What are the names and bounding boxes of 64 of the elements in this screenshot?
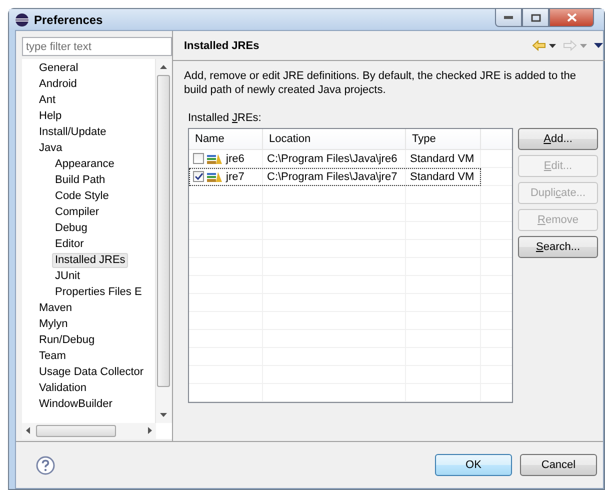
jre-location: C:\Program Files\Java\jre6 <box>267 152 398 164</box>
ok-button[interactable]: OK <box>435 454 512 476</box>
cancel-button[interactable]: Cancel <box>520 454 597 476</box>
minimize-button[interactable] <box>495 9 522 27</box>
page-description: Add, remove or edit JRE definitions. By default, the checked JRE is added to the build path of newly created Java projects. <box>184 69 577 97</box>
column-header[interactable]: Type <box>406 129 481 149</box>
checkbox[interactable] <box>193 153 204 164</box>
tree-item[interactable]: Ant <box>36 92 59 108</box>
list-label: Installed JREs: <box>188 112 262 124</box>
column-header[interactable]: Name <box>189 129 263 149</box>
tree-item[interactable]: Android <box>36 76 80 92</box>
action-button[interactable]: Add... <box>518 128 598 150</box>
tree-item[interactable]: Appearance <box>52 156 118 172</box>
page-title: Installed JREs <box>184 40 260 52</box>
tree-item[interactable]: Install/Update <box>36 124 110 140</box>
window-title: Preferences <box>34 12 103 26</box>
tree-item[interactable]: Team <box>36 348 69 364</box>
tree-item[interactable]: Installed JREs <box>52 252 128 268</box>
library-icon <box>207 170 223 182</box>
tree-item[interactable]: Validation <box>36 380 90 396</box>
filter-field[interactable]: type filter text <box>22 37 172 56</box>
jre-type: Standard VM <box>410 170 474 182</box>
left-arrow-icon[interactable] <box>26 427 30 434</box>
jre-location: C:\Program Files\Java\jre7 <box>267 170 398 182</box>
tree-item[interactable]: Usage Data Collector <box>36 364 147 380</box>
tree-item[interactable]: Maven <box>36 300 76 316</box>
close-icon <box>566 13 576 22</box>
tree-item[interactable]: JUnit <box>52 268 84 284</box>
tree-item[interactable]: Debug <box>52 220 90 236</box>
dropdown-caret-icon[interactable] <box>549 44 556 48</box>
maximize-icon <box>530 14 540 22</box>
right-arrow-icon[interactable] <box>148 427 152 434</box>
tree-item[interactable]: General <box>36 60 82 76</box>
checkbox[interactable] <box>193 171 204 182</box>
eclipse-icon <box>15 12 29 26</box>
tree-item[interactable]: Mylyn <box>36 316 71 332</box>
help-icon[interactable] <box>36 456 55 474</box>
table-row[interactable]: jre7 C:\Program Files\Java\jre7 Standard VM <box>189 168 481 186</box>
minimize-icon <box>504 16 513 19</box>
jre-name: jre6 <box>226 152 244 164</box>
tree-item[interactable]: Editor <box>52 236 87 252</box>
tree-item[interactable]: Help <box>36 108 65 124</box>
maximize-button[interactable] <box>522 9 549 27</box>
tree-item[interactable]: WindowBuilder <box>36 396 116 412</box>
tree-item[interactable]: Properties Files E <box>52 284 145 300</box>
up-arrow-icon[interactable] <box>160 65 167 69</box>
tree-item[interactable]: Code Style <box>52 188 112 204</box>
close-button[interactable] <box>549 9 594 27</box>
view-menu-icon[interactable] <box>594 43 603 48</box>
tree-item[interactable]: Build Path <box>52 172 108 188</box>
library-icon <box>207 152 223 164</box>
scroll-thumb[interactable] <box>157 75 170 387</box>
vertical-scrollbar[interactable] <box>155 59 172 423</box>
tree-item[interactable]: Java <box>36 140 66 156</box>
jre-name: jre7 <box>226 170 244 182</box>
horizontal-scrollbar[interactable] <box>22 423 156 439</box>
jre-type: Standard VM <box>410 152 474 164</box>
tree-item[interactable]: Run/Debug <box>36 332 98 348</box>
scroll-thumb[interactable] <box>36 425 116 437</box>
tree-item[interactable]: Compiler <box>52 204 102 220</box>
action-button[interactable]: Search... <box>518 236 598 258</box>
table-row[interactable]: jre6 C:\Program Files\Java\jre6 Standard VM <box>189 150 481 168</box>
column-header[interactable]: Location <box>263 129 406 149</box>
down-arrow-icon[interactable] <box>160 413 167 417</box>
